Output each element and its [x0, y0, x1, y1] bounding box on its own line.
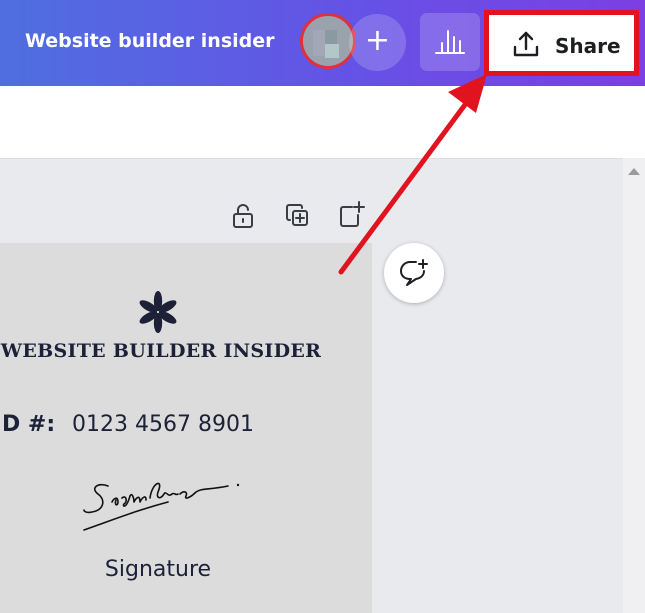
annotation-arrow	[338, 74, 487, 275]
